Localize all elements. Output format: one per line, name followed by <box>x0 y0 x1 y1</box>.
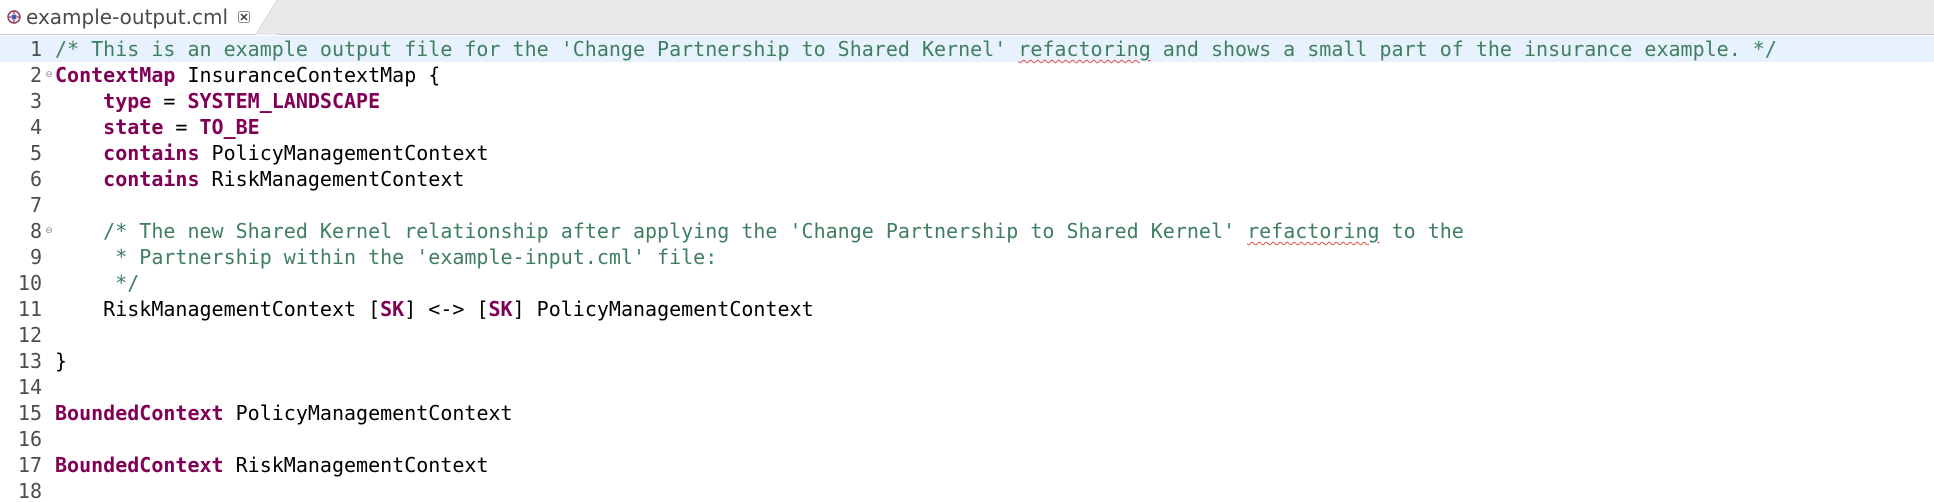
code-line[interactable]: 5 contains PolicyManagementContext <box>0 140 1934 166</box>
code-editor[interactable]: 1 /* This is an example output file for t… <box>0 36 1934 502</box>
line-number: 12 <box>17 323 42 347</box>
code-token: InsuranceContextMap { <box>175 63 441 87</box>
tab-bar: example-output.cml <box>0 0 1934 35</box>
fold-collapse-icon[interactable]: ⊖ <box>44 226 54 236</box>
code-line[interactable]: 17 BoundedContext RiskManagementContext <box>0 452 1934 478</box>
line-number: 18 <box>17 479 42 502</box>
comment-token: to the <box>1379 219 1464 243</box>
code-line[interactable]: 15 BoundedContext PolicyManagementContext <box>0 400 1934 426</box>
code-line[interactable]: 4 state = TO_BE <box>0 114 1934 140</box>
keyword-token: BoundedContext <box>55 453 224 477</box>
code-text: RiskManagementContext [SK] <-> [SK] Poli… <box>55 296 814 322</box>
comment-token: */ <box>55 271 140 295</box>
code-text: ContextMap InsuranceContextMap { <box>55 62 440 88</box>
tab-example-output[interactable]: example-output.cml <box>0 0 277 35</box>
code-line[interactable]: 7 <box>0 192 1934 218</box>
code-line[interactable]: 3 type = SYSTEM_LANDSCAPE <box>0 88 1934 114</box>
keyword-token: type <box>103 89 152 113</box>
code-token: RiskManagementContext [ <box>55 297 381 321</box>
code-line[interactable]: 2 ⊖ ContextMap InsuranceContextMap { <box>0 62 1934 88</box>
line-number: 16 <box>17 427 42 451</box>
code-text: BoundedContext PolicyManagementContext <box>55 400 513 426</box>
code-token: = <box>151 89 188 113</box>
cml-file-icon <box>6 9 22 25</box>
editor-window: example-output.cml 1 /* This is an exampl… <box>0 0 1934 502</box>
code-line[interactable]: 9 * Partnership within the 'example-inpu… <box>0 244 1934 270</box>
code-text: contains PolicyManagementContext <box>55 140 488 166</box>
line-number: 7 <box>29 193 42 217</box>
code-token: RiskManagementContext <box>199 167 465 191</box>
line-number: 11 <box>17 297 42 321</box>
comment-token: * Partnership within the 'example-input.… <box>55 245 718 269</box>
line-number: 1 <box>29 37 42 61</box>
code-token: ] <-> [ <box>404 297 489 321</box>
code-token: } <box>55 349 68 373</box>
line-number: 14 <box>17 375 42 399</box>
comment-token: and shows a small part of the insurance … <box>1150 37 1777 61</box>
code-token: PolicyManagementContext <box>223 401 513 425</box>
code-line[interactable]: 13} <box>0 348 1934 374</box>
code-text: state = TO_BE <box>55 114 260 140</box>
code-line[interactable]: 8 ⊖ /* The new Shared Kernel relationship… <box>0 218 1934 244</box>
line-number: 17 <box>17 453 42 477</box>
code-line[interactable]: 6 contains RiskManagementContext <box>0 166 1934 192</box>
line-number: 15 <box>17 401 42 425</box>
keyword-token: contains <box>103 167 200 191</box>
keyword-token: ContextMap <box>55 63 176 87</box>
code-token: PolicyManagementContext <box>199 141 489 165</box>
fold-collapse-icon[interactable]: ⊖ <box>44 70 54 80</box>
misspelled-word: refactoring <box>1018 37 1151 61</box>
keyword-token: SK <box>380 297 405 321</box>
code-text: } <box>55 348 67 374</box>
code-text: type = SYSTEM_LANDSCAPE <box>55 88 380 114</box>
keyword-token: state <box>103 115 164 139</box>
keyword-token: TO_BE <box>199 115 260 139</box>
comment-token: /* The new Shared Kernel relationship af… <box>103 219 1248 243</box>
code-text: /* This is an example output file for th… <box>55 36 1777 62</box>
code-token: = <box>163 115 200 139</box>
line-number: 3 <box>29 89 42 113</box>
keyword-token: SK <box>488 297 513 321</box>
tab-label: example-output.cml <box>26 5 229 29</box>
code-line[interactable]: 1 /* This is an example output file for t… <box>0 36 1934 62</box>
keyword-token: SYSTEM_LANDSCAPE <box>187 89 381 113</box>
code-text: /* The new Shared Kernel relationship af… <box>55 218 1464 244</box>
line-number: 6 <box>29 167 42 191</box>
code-line[interactable]: 14 <box>0 374 1934 400</box>
code-text: contains RiskManagementContext <box>55 166 464 192</box>
code-line[interactable]: 10 */ <box>0 270 1934 296</box>
line-number: 2 <box>29 63 42 87</box>
code-line[interactable]: 11 RiskManagementContext [SK] <-> [SK] P… <box>0 296 1934 322</box>
line-number: 8 <box>29 219 42 243</box>
line-number: 13 <box>17 349 42 373</box>
code-token: ] PolicyManagementContext <box>512 297 814 321</box>
code-line[interactable]: 18 <box>0 478 1934 502</box>
close-icon[interactable] <box>236 9 252 25</box>
keyword-token: BoundedContext <box>55 401 224 425</box>
line-number: 4 <box>29 115 42 139</box>
code-line[interactable]: 12 <box>0 322 1934 348</box>
comment-token: /* This is an example output file for th… <box>55 37 1019 61</box>
code-token: RiskManagementContext <box>223 453 489 477</box>
line-number: 9 <box>29 245 42 269</box>
line-number: 5 <box>29 141 42 165</box>
misspelled-word: refactoring <box>1247 219 1380 243</box>
line-number: 10 <box>17 271 42 295</box>
code-line[interactable]: 16 <box>0 426 1934 452</box>
code-text: */ <box>55 270 139 296</box>
keyword-token: contains <box>103 141 200 165</box>
code-text: BoundedContext RiskManagementContext <box>55 452 488 478</box>
code-text: * Partnership within the 'example-input.… <box>55 244 717 270</box>
